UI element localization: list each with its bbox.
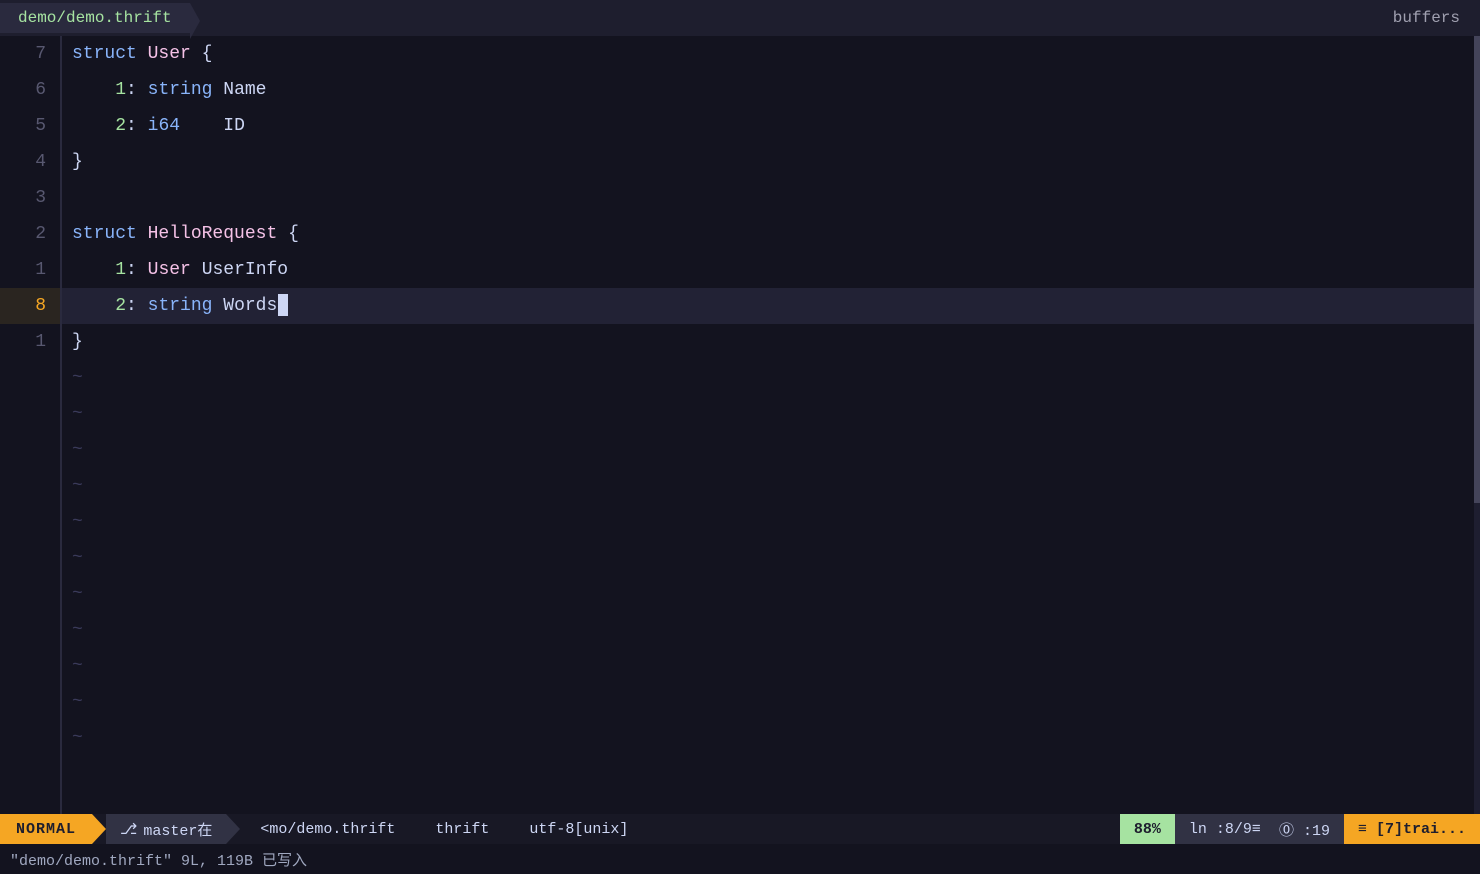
- git-arrow-icon: [226, 814, 240, 844]
- editor: demo/demo.thrift buffers 7 6 5 4 3 2 1 8…: [0, 0, 1480, 874]
- code-line-7: 1: User UserInfo: [62, 252, 1480, 288]
- git-icon: ⎇: [120, 820, 137, 839]
- tilde-7: ~: [62, 576, 1480, 612]
- line-num-4: 4: [0, 144, 60, 180]
- buffers-label: buffers: [1393, 9, 1480, 27]
- line-num-6: 6: [0, 72, 60, 108]
- code-line-6: struct HelloRequest {: [62, 216, 1480, 252]
- code-line-8: 2: string Words: [62, 288, 1480, 324]
- git-section: ⎇ master在: [106, 814, 226, 844]
- code-line-3: 2: i64 ID: [62, 108, 1480, 144]
- command-line: "demo/demo.thrift" 9L, 119B 已写入: [0, 844, 1480, 874]
- file-type: thrift: [415, 821, 509, 838]
- scroll-progress: 88%: [1120, 814, 1175, 844]
- text-cursor: [278, 294, 288, 316]
- line-numbers: 7 6 5 4 3 2 1 8 1: [0, 36, 60, 814]
- cursor-position: ln :8/9≡ ⓪ :19: [1175, 814, 1344, 844]
- code-area[interactable]: 7 6 5 4 3 2 1 8 1 struct User {: [0, 36, 1480, 814]
- code-line-1: struct User {: [62, 36, 1480, 72]
- line-num-3: 3: [0, 180, 60, 216]
- code-line-4: }: [62, 144, 1480, 180]
- mode-arrow-icon: [92, 814, 106, 844]
- tilde-10: ~: [62, 684, 1480, 720]
- file-path: <mo/demo.thrift: [240, 821, 415, 838]
- tilde-9: ~: [62, 648, 1480, 684]
- mode-badge: NORMAL: [0, 814, 92, 844]
- tilde-4: ~: [62, 468, 1480, 504]
- code-line-5: [62, 180, 1480, 216]
- tilde-6: ~: [62, 540, 1480, 576]
- statusbar: NORMAL ⎇ master在 <mo/demo.thrift thrift …: [0, 814, 1480, 844]
- scrollbar-thumb[interactable]: [1474, 36, 1480, 503]
- titlebar: demo/demo.thrift buffers: [0, 0, 1480, 36]
- scrollbar[interactable]: [1474, 36, 1480, 814]
- tilde-5: ~: [62, 504, 1480, 540]
- encoding: utf-8[unix]: [509, 821, 648, 838]
- code-line-9: }: [62, 324, 1480, 360]
- line-num-1b: 1: [0, 324, 60, 360]
- tilde-11: ~: [62, 720, 1480, 756]
- tilde-2: ~: [62, 396, 1480, 432]
- git-branch: master在: [143, 819, 212, 840]
- line-num-5: 5: [0, 108, 60, 144]
- col-position: ⓪ :19: [1279, 819, 1330, 840]
- tilde-8: ~: [62, 612, 1480, 648]
- tab-filename: demo/demo.thrift: [18, 9, 172, 27]
- line-num-8: 8: [0, 288, 60, 324]
- trail-info: ≡ [7]trai...: [1344, 814, 1480, 844]
- line-num-2: 2: [0, 216, 60, 252]
- tilde-3: ~: [62, 432, 1480, 468]
- cmdline-text: "demo/demo.thrift" 9L, 119B 已写入: [10, 849, 307, 870]
- code-line-2: 1: string Name: [62, 72, 1480, 108]
- tilde-1: ~: [62, 360, 1480, 396]
- active-tab[interactable]: demo/demo.thrift: [0, 3, 190, 33]
- code-content[interactable]: struct User { 1: string Name 2: i64 ID }…: [62, 36, 1480, 814]
- line-num-1a: 1: [0, 252, 60, 288]
- line-position: ln :8/9≡: [1189, 821, 1261, 838]
- line-num-7: 7: [0, 36, 60, 72]
